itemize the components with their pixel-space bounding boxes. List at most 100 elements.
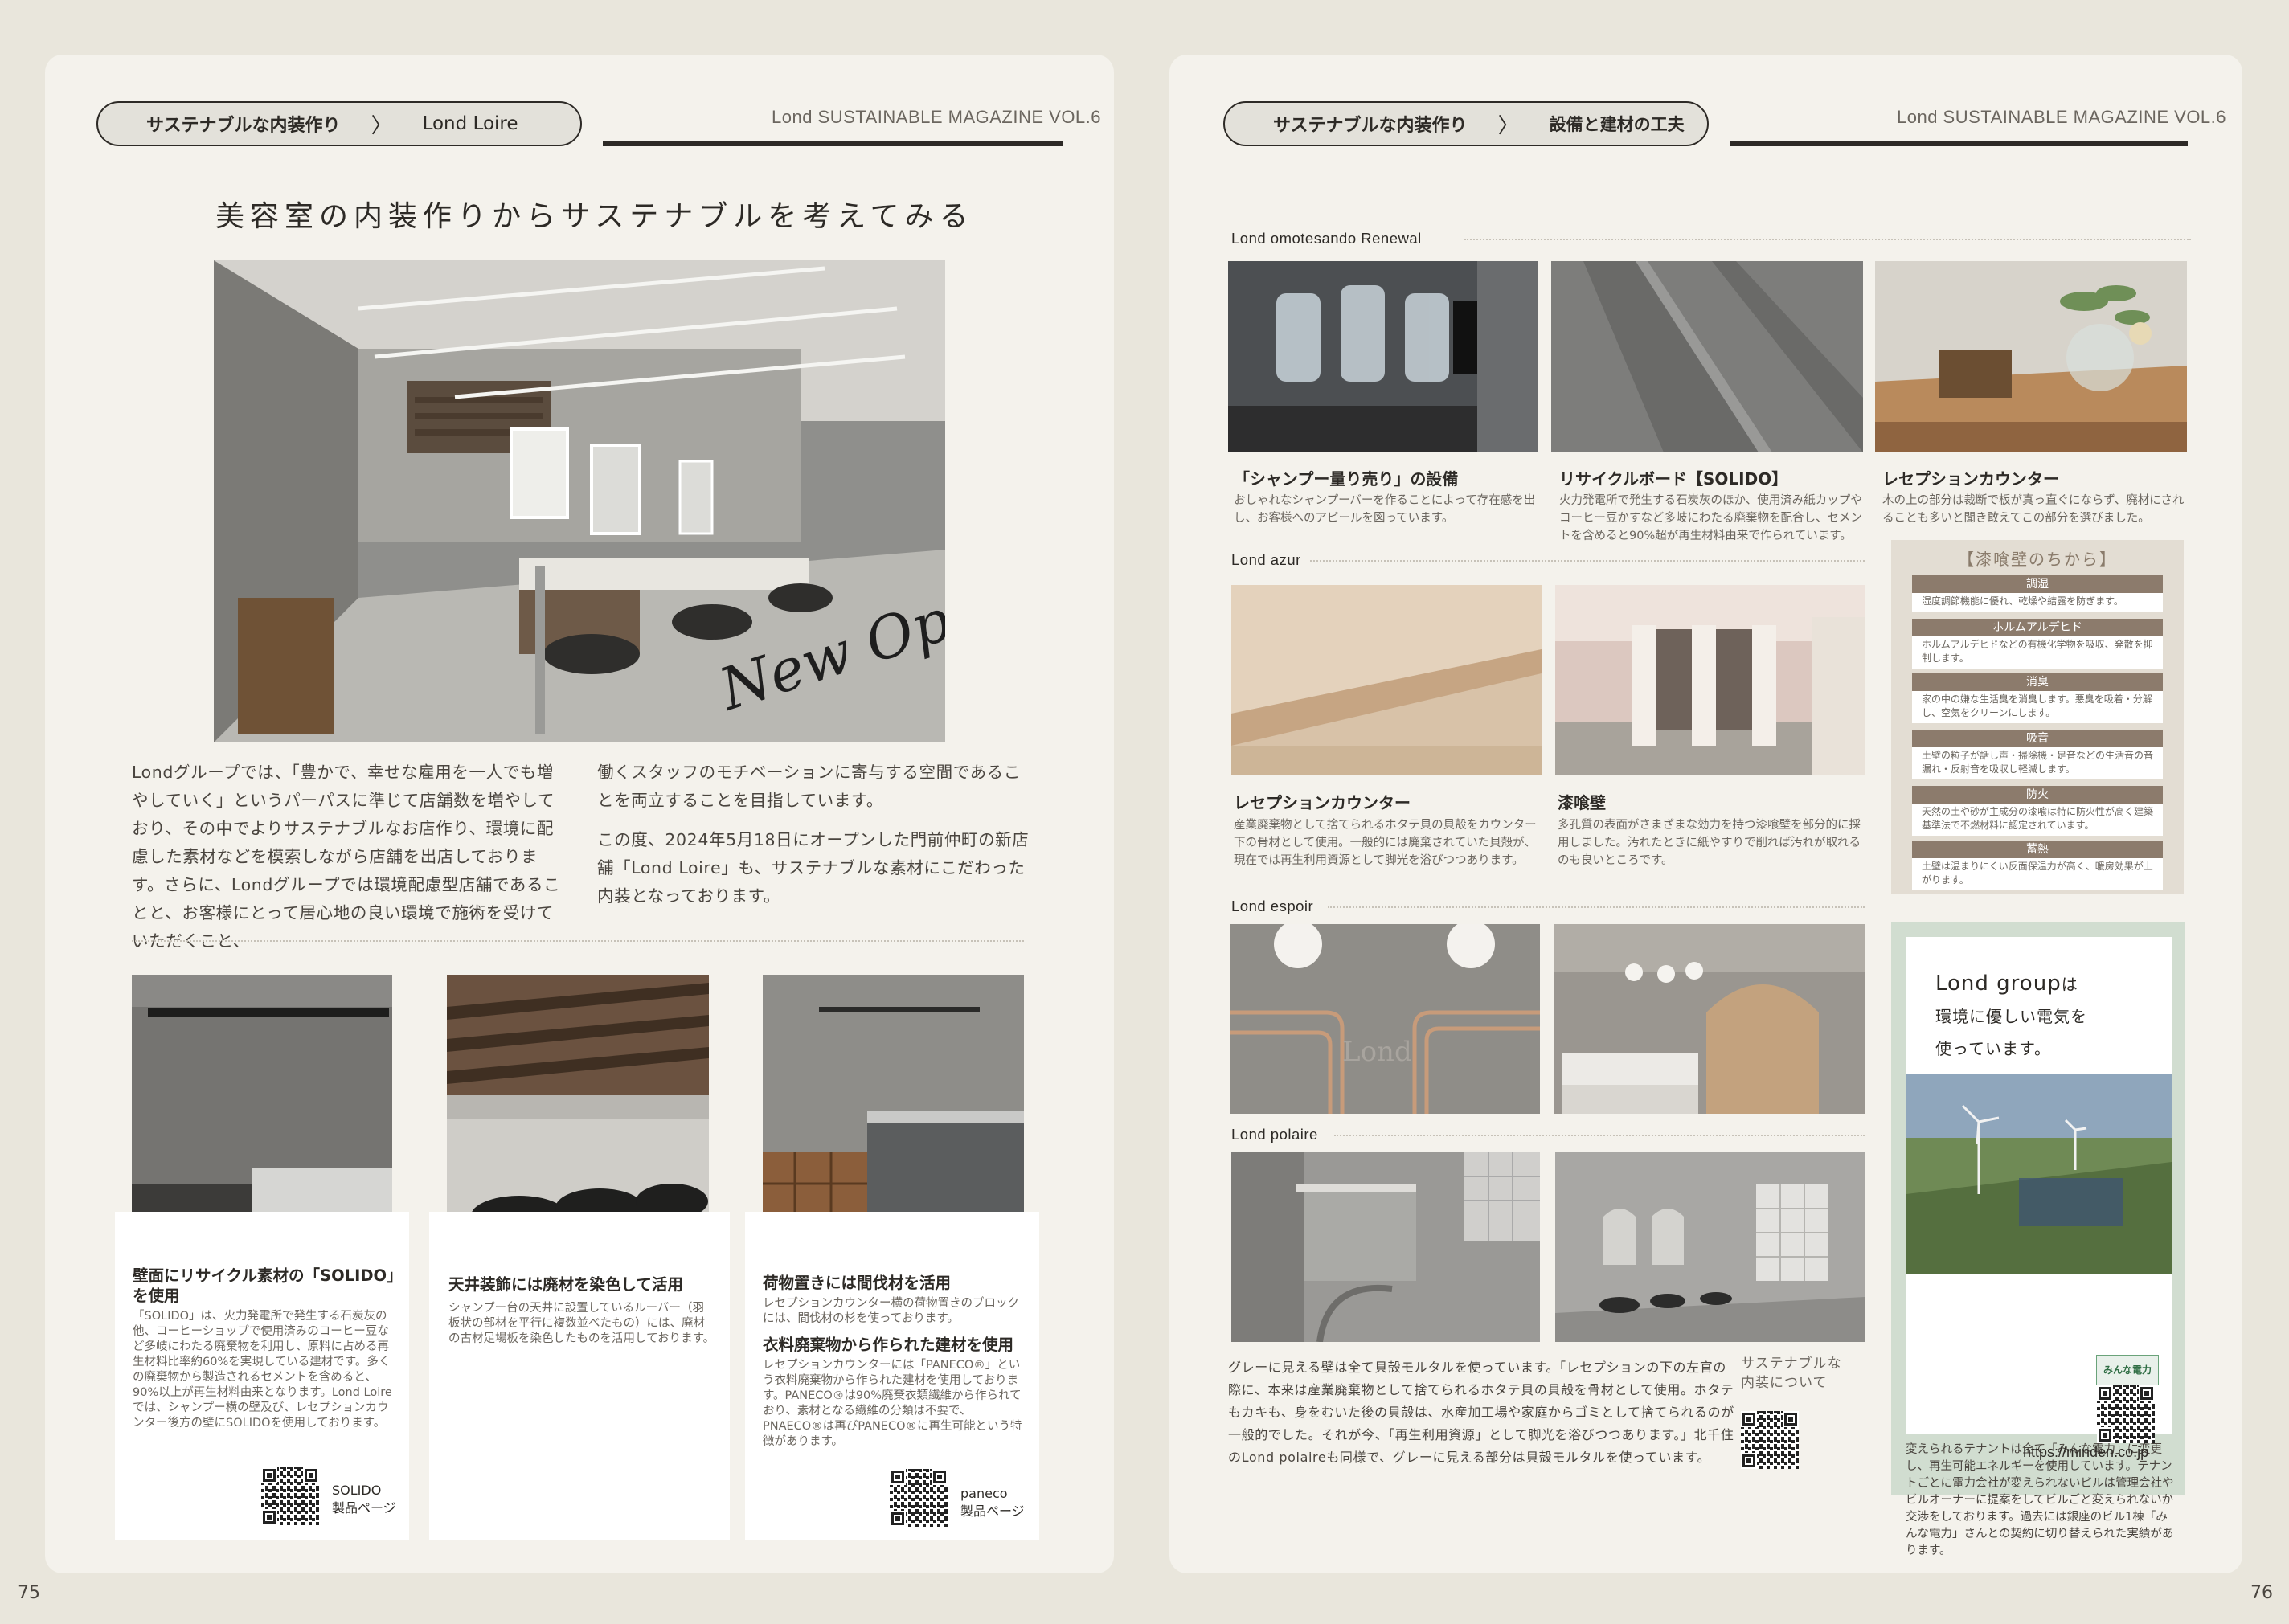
green-title-line3: 使っています。 <box>1935 1039 2051 1058</box>
benefit-deodorize: 消臭 家の中の嫌な生活臭を消臭します。悪臭を吸着・分解し、空気をクリーンにします… <box>1912 673 2163 723</box>
azur-divider <box>1310 560 1865 562</box>
card-solido-title: 壁面にリサイクル素材の「SOLIDO」を使用 <box>133 1266 395 1305</box>
card-wood-text: レセプションカウンター横の荷物置きのブロックには、間伐材の杉を使っております。 <box>763 1297 1019 1325</box>
qr-note: サステナブルな 内装について <box>1741 1356 1842 1391</box>
polaire-text: グレーに見える壁は全て貝殻モルタルを使っています。「レセプションの下の左官の際に… <box>1228 1360 1734 1465</box>
breadcrumb-right: サステナブルな内装作り 〉 設備と建材の工夫 <box>1218 101 1709 153</box>
benefit-fireproof: 防火 天然の土や砂が主成分の漆喰は特に防火性が高く建築基準法で不燃材料に認定され… <box>1912 786 2163 836</box>
qr-code-minden[interactable] <box>2097 1385 2155 1443</box>
page-number-right: 76 <box>2250 1583 2273 1603</box>
photo-polaire-mirror <box>1231 1152 1540 1342</box>
hero-photo-illustration: New Open <box>214 260 945 742</box>
cap-board-text: 火力発電所で発生する石炭灰のほか、使用済み紙カップやコーヒー豆かすなど多岐にわた… <box>1559 494 1862 542</box>
section-polaire: Lond polaire <box>1231 1126 1318 1143</box>
cap-shampoo-title: 「シャンプー量り売り」の設備 <box>1234 469 1459 489</box>
intro-paragraph-1: Londグループでは、「豊かで、幸せな雇用を一人でも増やしていく」というパーパス… <box>132 763 561 951</box>
photo-louver-illustration <box>447 975 709 1250</box>
photo-azur-counter <box>1231 585 1542 775</box>
card-louver: 天井装飾には廃材を染色して活用 シャンプー台の天井に設置しているルーバー（羽板状… <box>429 1212 730 1540</box>
cap-azur-counter-title: レセプションカウンター <box>1234 793 1411 812</box>
breadcrumb-right-section: サステナブルな内装作り <box>1273 116 1468 136</box>
cap-azur-counter-text: 産業廃棄物として捨てられるホタテ貝の貝殻をカウンター下の骨材として使用。一般的に… <box>1234 819 1537 867</box>
benefit-formaldehyde-body: ホルムアルデヒドなどの有機化学物を吸収、発散を抑制します。 <box>1912 636 2163 669</box>
cap-shikkui-text: 多孔質の表面がさまざまな効力を持つ漆喰壁を部分的に採用しました。汚れたときに紙や… <box>1558 819 1861 867</box>
shikkui-benefits-box: 【漆喰壁のちから】 調湿 湿度調節機能に優れ、乾燥や結露を防ぎます。 ホルムアル… <box>1891 540 2184 894</box>
espoir-sign: Lond <box>1342 1036 1412 1068</box>
hero-photo-salon: New Open <box>214 260 945 742</box>
benefit-humidity: 調湿 湿度調節機能に優れ、乾燥や結露を防ぎます。 <box>1912 575 2163 612</box>
card-paneco-text: レセプションカウンターには「PANECO®」という衣料廃棄物から作られた建材を使… <box>763 1359 1022 1448</box>
photo-shikkui-wall <box>1555 585 1865 775</box>
cap-wood-text: 木の上の部分は裁断で板が真っ直ぐにならず、廃材にされることも多いと聞き敢えてこの… <box>1882 494 2185 525</box>
breadcrumb-right-current: 設備と建材の工夫 <box>1549 115 1685 134</box>
photo-reception-counter <box>763 975 1024 1250</box>
green-energy-box: Lond groupは 環境に優しい電気を 使っています。 みんな電力 変えられ… <box>1891 922 2185 1557</box>
section-omotesando: Lond omotesando Renewal <box>1231 230 1422 247</box>
cap-shikkui-title: 漆喰壁 <box>1558 793 1606 812</box>
qr-code-sustainable[interactable] <box>1741 1411 1799 1469</box>
benefit-humidity-head: 調湿 <box>1912 575 2163 593</box>
green-energy-title: Lond groupは 環境に優しい電気を 使っています。 <box>1935 967 2087 1065</box>
magazine-label-right: Lond SUSTAINABLE MAGAZINE VOL.6 <box>1897 107 2227 127</box>
photo-espoir-interior <box>1554 924 1865 1114</box>
benefit-heat: 蓄熱 土壁は温まりにくい反面保温力が高く、暖房効果が上がります。 <box>1912 841 2163 890</box>
photo-polaire-interior <box>1555 1152 1865 1342</box>
breadcrumb-current: Lond Loire <box>422 113 518 134</box>
page-number-left: 75 <box>18 1583 40 1603</box>
photo-solido-wall <box>132 975 392 1250</box>
cap-board-title: リサイクルボード【SOLIDO】 <box>1559 469 1788 489</box>
photo-wood-illustration <box>1875 261 2187 452</box>
photo-shampoo-illustration <box>1228 261 1538 452</box>
card-wood-title: 荷物置きには間伐材を活用 <box>763 1274 952 1292</box>
polaire-divider <box>1334 1135 1865 1136</box>
shikkui-box-title: 【漆喰壁のちから】 <box>1958 550 2117 569</box>
benefit-formaldehyde: ホルムアルデヒド ホルムアルデヒドなどの有機化学物を吸収、発散を抑制します。 <box>1912 619 2163 669</box>
section-azur: Lond azur <box>1231 551 1301 568</box>
benefit-fireproof-body: 天然の土や砂が主成分の漆喰は特に防火性が高く建築基準法で不燃材料に認定されていま… <box>1912 804 2163 836</box>
photo-mirror-illustration <box>1231 1152 1540 1342</box>
card-solido: 壁面にリサイクル素材の「SOLIDO」を使用 「SOLIDO」は、火力発電所で発… <box>115 1212 409 1540</box>
breadcrumb-right-separator: 〉 <box>1497 113 1519 138</box>
section-divider <box>132 940 1024 942</box>
cap-shampoo-text: おしゃれなシャンプーバーを作ることによって存在感を出し、お客様へのアピールを図っ… <box>1234 494 1536 525</box>
benefit-sound-head: 吸音 <box>1912 730 2163 747</box>
qr-label-solido: SOLIDO 製品ページ <box>332 1483 396 1516</box>
card-louver-text: シャンプー台の天井に設置しているルーバー（羽板状の部材を平行に複数並べたもの）に… <box>448 1302 715 1345</box>
poster-fine-print <box>1918 1291 2038 1395</box>
photo-counter-illustration <box>763 975 1024 1250</box>
section-espoir: Lond espoir <box>1231 898 1314 914</box>
benefit-heat-body: 土壁は温まりにくい反面保温力が高く、暖房効果が上がります。 <box>1912 858 2163 890</box>
green-title-line1-particle: は <box>2061 975 2078 994</box>
photo-reception-wood <box>1875 261 2187 452</box>
breadcrumb-section: サステナブルな内装作り <box>146 116 341 136</box>
photo-solido-board <box>1551 261 1863 452</box>
benefit-deodorize-head: 消臭 <box>1912 673 2163 691</box>
photo-pipes-illustration: Lond <box>1230 924 1540 1114</box>
photo-polaire-interior-illustration <box>1555 1152 1865 1342</box>
photo-azur-counter-illustration <box>1231 585 1542 775</box>
benefit-formaldehyde-head: ホルムアルデヒド <box>1912 619 2163 636</box>
qr-code-solido[interactable] <box>261 1467 319 1525</box>
intro-column-2: 働くスタッフのモチベーションに寄与する空間であることを両立することを目指していま… <box>597 759 1031 922</box>
benefit-deodorize-body: 家の中の嫌な生活臭を消臭します。悪臭を吸着・分解し、空気をクリーンにします。 <box>1912 691 2163 723</box>
card-solido-text: 「SOLIDO」は、火力発電所で発生する石炭灰の他、コーヒーショップで使用済みの… <box>133 1310 392 1430</box>
photo-ceiling-louver <box>447 975 709 1250</box>
intro-column-1: Londグループでは、「豊かで、幸せな雇用を一人でも増やしていく」というパーパス… <box>132 759 566 967</box>
breadcrumb: サステナブルな内装作り 〉 Lond Loire <box>92 101 582 153</box>
benefit-sound-body: 土壁の粒子が話し声・掃除機・足音などの生活音の音漏れ・反射音を吸収し軽減します。 <box>1912 747 2163 779</box>
wind-farm-photo <box>1906 1074 2172 1274</box>
breadcrumb-separator: 〉 <box>371 113 392 138</box>
omotesando-divider <box>1464 239 2191 240</box>
benefit-humidity-body: 湿度調節機能に優れ、乾燥や結露を防ぎます。 <box>1912 593 2163 612</box>
green-energy-poster: Lond groupは 環境に優しい電気を 使っています。 みんな電力 <box>1906 937 2172 1434</box>
green-title-line2: 環境に優しい電気を <box>1935 1007 2087 1026</box>
minden-url[interactable]: https://minden.co.jp <box>2023 1444 2148 1461</box>
qr-code-paneco[interactable] <box>890 1469 948 1527</box>
benefit-heat-head: 蓄熱 <box>1912 841 2163 858</box>
card-paneco-title: 衣料廃棄物から作られた建材を使用 <box>763 1336 1014 1354</box>
espoir-divider <box>1328 906 1865 908</box>
header-rule-right <box>1730 141 2188 146</box>
card-thinned-wood: 荷物置きには間伐材を活用 レセプションカウンター横の荷物置きのブロックには、間伐… <box>745 1212 1039 1540</box>
page-title: 美容室の内装作りからサステナブルを考えてみる <box>215 200 974 233</box>
photo-espoir-pipes: Lond <box>1230 924 1540 1114</box>
